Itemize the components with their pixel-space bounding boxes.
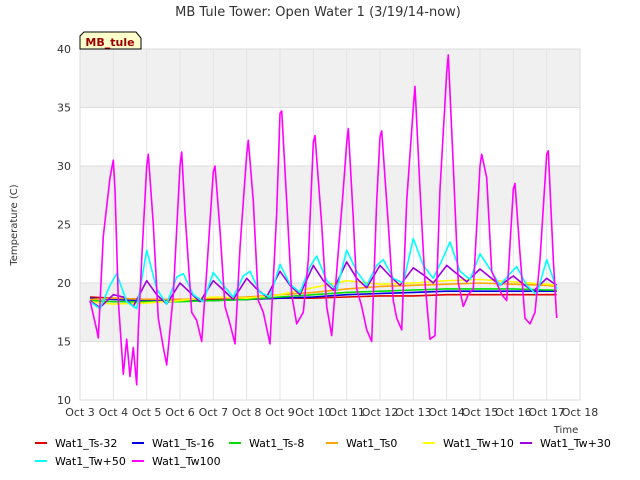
y-axis-label: Temperature (C) [9, 184, 20, 266]
legend-label: Wat1_Ts-8 [249, 437, 304, 450]
x-tick-labels: Oct 3 Oct 4 Oct 5 Oct 6 Oct 7 Oct 8 Oct 9 Oct 1… [65, 406, 598, 419]
plot-band [80, 166, 580, 225]
y-tick-label: 30 [57, 160, 71, 173]
x-tick-label: Oct 13 [395, 406, 432, 419]
x-tick-label: Oct 10 [295, 406, 332, 419]
x-tick-label: Oct 4 [99, 406, 129, 419]
y-tick-label: 25 [57, 219, 71, 232]
legend-label: Wat1_Ts-16 [152, 437, 214, 450]
chart: 10152025303540 Oct 3 Oct 4 Oct 5 Oct 6 Oct 7… [0, 0, 640, 480]
x-tick-label: Oct 8 [232, 406, 262, 419]
x-tick-label: Oct 6 [165, 406, 195, 419]
legend-label: Wat1_Tw+10 [443, 437, 514, 450]
y-tick-label: 40 [57, 43, 71, 56]
legend-label: Wat1_Tw100 [152, 455, 221, 468]
y-tick-label: 15 [57, 336, 71, 349]
legend-label: Wat1_Tw+50 [55, 455, 126, 468]
x-tick-label: Oct 14 [428, 406, 465, 419]
station-tag-text: MB_tule [85, 36, 134, 49]
y-tick-label: 35 [57, 102, 71, 115]
legend-label: Wat1_Ts0 [346, 437, 397, 450]
x-tick-label: Oct 12 [362, 406, 399, 419]
station-tag: MB_tule [79, 31, 142, 50]
x-tick-label: Oct 18 [562, 406, 599, 419]
plot-band [80, 49, 580, 108]
x-axis-label: Time [553, 425, 578, 436]
x-tick-label: Oct 5 [132, 406, 162, 419]
legend-label: Wat1_Ts-32 [55, 437, 117, 450]
x-tick-label: Oct 16 [495, 406, 532, 419]
x-tick-label: Oct 11 [328, 406, 365, 419]
x-tick-label: Oct 3 [65, 406, 95, 419]
x-tick-label: Oct 9 [265, 406, 295, 419]
x-tick-label: Oct 15 [462, 406, 499, 419]
x-tick-label: Oct 17 [528, 406, 565, 419]
y-tick-label: 20 [57, 277, 71, 290]
chart-title: MB Tule Tower: Open Water 1 (3/19/14-now… [175, 5, 461, 20]
legend-label: Wat1_Tw+30 [540, 437, 611, 450]
x-tick-label: Oct 7 [199, 406, 229, 419]
